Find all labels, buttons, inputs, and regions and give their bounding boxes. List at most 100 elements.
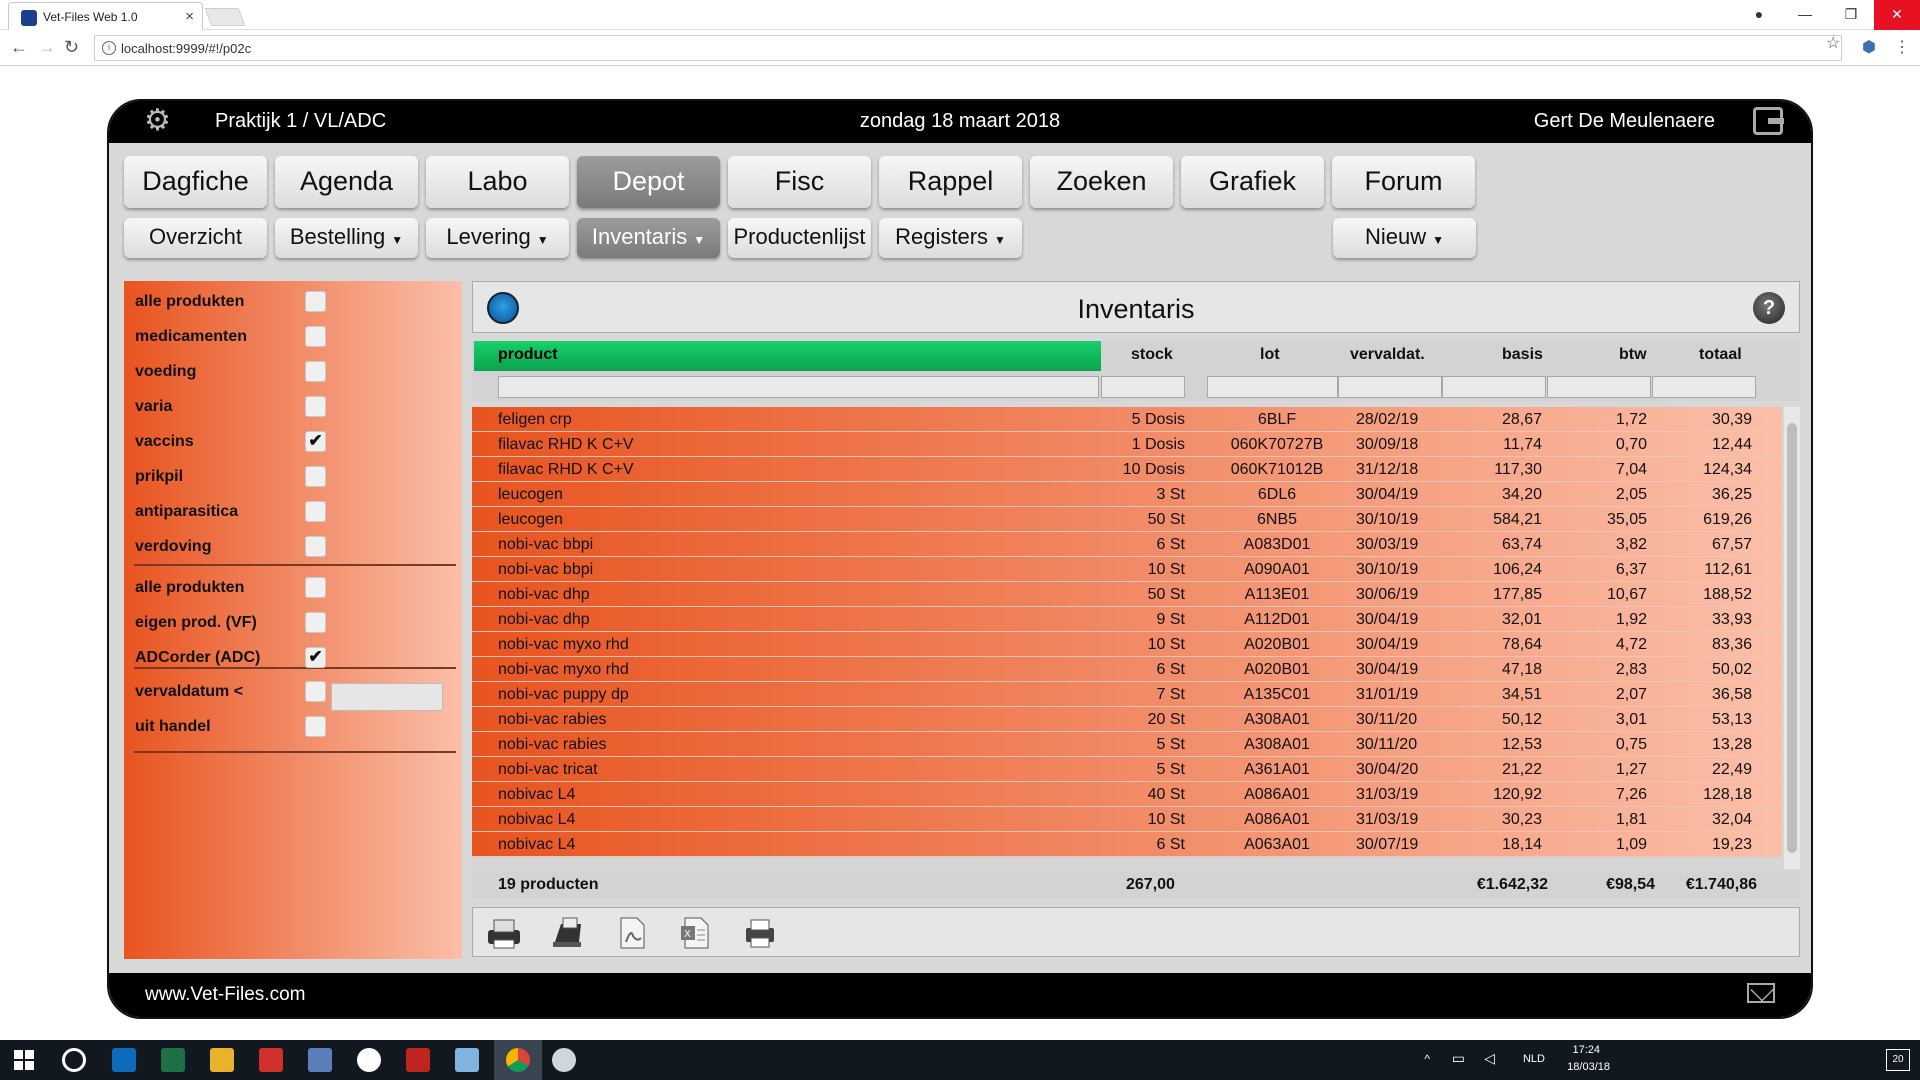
browser-menu-icon[interactable]: ⋮ xyxy=(1894,37,1910,57)
filter-checkbox[interactable] xyxy=(305,291,326,312)
vetfiles-icon[interactable] xyxy=(552,1048,576,1072)
filter-checkbox[interactable] xyxy=(305,681,326,702)
filter-stock-input[interactable] xyxy=(1101,376,1185,398)
filter-totaal-input[interactable] xyxy=(1652,376,1756,398)
nav-depot[interactable]: Depot xyxy=(577,156,720,208)
nav-agenda[interactable]: Agenda xyxy=(275,156,418,208)
table-row[interactable]: nobi-vac bbpi 10 St A090A01 30/10/19 106,24 6… xyxy=(472,557,1782,582)
subnav-bestelling[interactable]: Bestelling ▼ xyxy=(275,218,418,258)
filter-checkbox[interactable]: ✔ xyxy=(305,647,326,668)
table-row[interactable]: filavac RHD K C+V 1 Dosis 060K70727B 30/09/… xyxy=(472,432,1782,457)
table-row[interactable]: nobi-vac myxo rhd 10 St A020B01 30/04/19 78,… xyxy=(472,632,1782,657)
pdf-icon[interactable] xyxy=(613,916,651,950)
nav-forum[interactable]: Forum xyxy=(1332,156,1475,208)
filter-lot-input[interactable] xyxy=(1207,376,1338,398)
table-row[interactable]: nobi-vac puppy dp 7 St A135C01 31/01/19 34,5… xyxy=(472,682,1782,707)
filter-checkbox[interactable]: ✔ xyxy=(305,431,326,452)
tab-close-icon[interactable]: × xyxy=(185,8,194,25)
table-row[interactable]: nobi-vac dhp 50 St A113E01 30/06/19 177,85 10… xyxy=(472,582,1782,607)
table-row[interactable]: nobi-vac bbpi 6 St A083D01 30/03/19 63,74 3,8… xyxy=(472,532,1782,557)
nav-rappel[interactable]: Rappel xyxy=(879,156,1022,208)
outlook-icon[interactable] xyxy=(112,1048,136,1072)
notifications-icon[interactable]: 20 xyxy=(1886,1049,1910,1071)
site-info-icon[interactable]: i xyxy=(102,41,116,55)
filter-checkbox[interactable] xyxy=(305,716,326,737)
site-link[interactable]: www.Vet-Files.com xyxy=(145,984,305,1006)
windows-start-icon[interactable] xyxy=(14,1050,34,1070)
network-icon[interactable]: ▭ xyxy=(1452,1050,1465,1067)
reload-icon[interactable]: ↻ xyxy=(64,37,79,58)
table-row[interactable]: nobi-vac dhp 9 St A112D01 30/04/19 32,01 1,92… xyxy=(472,607,1782,632)
filter-checkbox[interactable] xyxy=(305,396,326,417)
table-row[interactable]: nobivac L4 6 St A063A01 30/07/19 18,14 1,09 19… xyxy=(472,832,1782,857)
filter-checkbox[interactable] xyxy=(305,361,326,382)
filter-btw-input[interactable] xyxy=(1547,376,1651,398)
receipt-printer-icon[interactable] xyxy=(549,916,587,950)
help-icon[interactable]: ? xyxy=(1753,292,1785,324)
app-icon[interactable] xyxy=(357,1048,381,1072)
restore-button[interactable]: ❐ xyxy=(1828,0,1874,30)
scrollbar-thumb[interactable] xyxy=(1787,423,1797,853)
nav-fisc[interactable]: Fisc xyxy=(728,156,871,208)
col-product-header[interactable]: product xyxy=(474,341,1101,371)
chrome-taskbar-item[interactable] xyxy=(494,1040,542,1080)
filter-vervaldat-input[interactable] xyxy=(1338,376,1442,398)
filter-checkbox[interactable] xyxy=(305,536,326,557)
expiry-date-input[interactable] xyxy=(331,683,443,711)
table-row[interactable]: nobivac L4 10 St A086A01 31/03/19 30,23 1,81 3… xyxy=(472,807,1782,832)
filter-checkbox[interactable] xyxy=(305,466,326,487)
minimize-button[interactable]: — xyxy=(1782,0,1828,30)
printer-icon[interactable] xyxy=(485,916,523,950)
new-tab-button[interactable] xyxy=(204,8,246,26)
col-totaal-header[interactable]: totaal xyxy=(1699,346,1742,364)
excel-icon[interactable]: X xyxy=(677,916,715,950)
table-row[interactable]: leucogen 50 St 6NB5 30/10/19 584,21 35,05 619,… xyxy=(472,507,1782,532)
nav-grafiek[interactable]: Grafiek xyxy=(1181,156,1324,208)
extension-icon[interactable]: ⬢ xyxy=(1862,37,1876,57)
filezilla-icon[interactable] xyxy=(406,1048,430,1072)
col-btw-header[interactable]: btw xyxy=(1619,346,1647,364)
excel-app-icon[interactable] xyxy=(161,1048,185,1072)
filter-basis-input[interactable] xyxy=(1442,376,1546,398)
table-row[interactable]: nobi-vac rabies 5 St A308A01 30/11/20 12,53 0… xyxy=(472,732,1782,757)
subnav-overzicht[interactable]: Overzicht xyxy=(124,218,267,258)
browser-tab[interactable]: Vet-Files Web 1.0 × xyxy=(8,2,203,30)
logout-icon[interactable] xyxy=(1753,107,1784,135)
subnav-inventaris[interactable]: Inventaris ▼ xyxy=(577,218,720,258)
forward-icon[interactable]: → xyxy=(38,37,56,58)
subnav-levering[interactable]: Levering ▼ xyxy=(426,218,569,258)
cortana-icon[interactable] xyxy=(62,1048,86,1072)
table-row[interactable]: feligen crp 5 Dosis 6BLF 28/02/19 28,67 1,72 3… xyxy=(472,407,1782,432)
subnav-registers[interactable]: Registers ▼ xyxy=(879,218,1022,258)
table-row[interactable]: nobi-vac myxo rhd 6 St A020B01 30/04/19 47,1… xyxy=(472,657,1782,682)
profile-icon[interactable]: ● xyxy=(1736,0,1782,30)
tray-up-icon[interactable]: ^ xyxy=(1424,1052,1430,1066)
clock-date[interactable]: 18/03/18 xyxy=(1567,1061,1610,1073)
nav-zoeken[interactable]: Zoeken xyxy=(1030,156,1173,208)
filter-checkbox[interactable] xyxy=(305,612,326,633)
close-window-button[interactable]: ✕ xyxy=(1874,0,1920,30)
col-lot-header[interactable]: lot xyxy=(1260,346,1280,364)
lang-indicator[interactable]: NLD xyxy=(1523,1053,1545,1065)
volume-icon[interactable]: ◁ xyxy=(1484,1050,1495,1067)
back-icon[interactable]: ← xyxy=(10,37,28,58)
filter-product-input[interactable] xyxy=(498,376,1099,398)
file-explorer-icon[interactable] xyxy=(210,1048,234,1072)
label-printer-icon[interactable] xyxy=(741,916,779,950)
table-row[interactable]: leucogen 3 St 6DL6 30/04/19 34,20 2,05 36,25 xyxy=(472,482,1782,507)
url-input[interactable]: i localhost:9999/#!/p02c xyxy=(94,35,1842,61)
access-icon[interactable] xyxy=(259,1048,283,1072)
table-row[interactable]: nobi-vac rabies 20 St A308A01 30/11/20 50,12… xyxy=(472,707,1782,732)
col-stock-header[interactable]: stock xyxy=(1131,346,1173,364)
filter-checkbox[interactable] xyxy=(305,577,326,598)
filter-checkbox[interactable] xyxy=(305,326,326,347)
nav-labo[interactable]: Labo xyxy=(426,156,569,208)
mail-icon[interactable] xyxy=(1747,983,1775,1003)
filter-checkbox[interactable] xyxy=(305,501,326,522)
virtualbox-icon[interactable] xyxy=(455,1048,479,1072)
subnav-productenlijst[interactable]: Productenlijst xyxy=(728,218,871,258)
table-row[interactable]: filavac RHD K C+V 10 Dosis 060K71012B 31/12… xyxy=(472,457,1782,482)
col-vervaldat-header[interactable]: vervaldat. xyxy=(1350,346,1425,364)
table-row[interactable]: nobivac L4 40 St A086A01 31/03/19 120,92 7,26… xyxy=(472,782,1782,807)
table-row[interactable]: nobi-vac tricat 5 St A361A01 30/04/20 21,22 1… xyxy=(472,757,1782,782)
